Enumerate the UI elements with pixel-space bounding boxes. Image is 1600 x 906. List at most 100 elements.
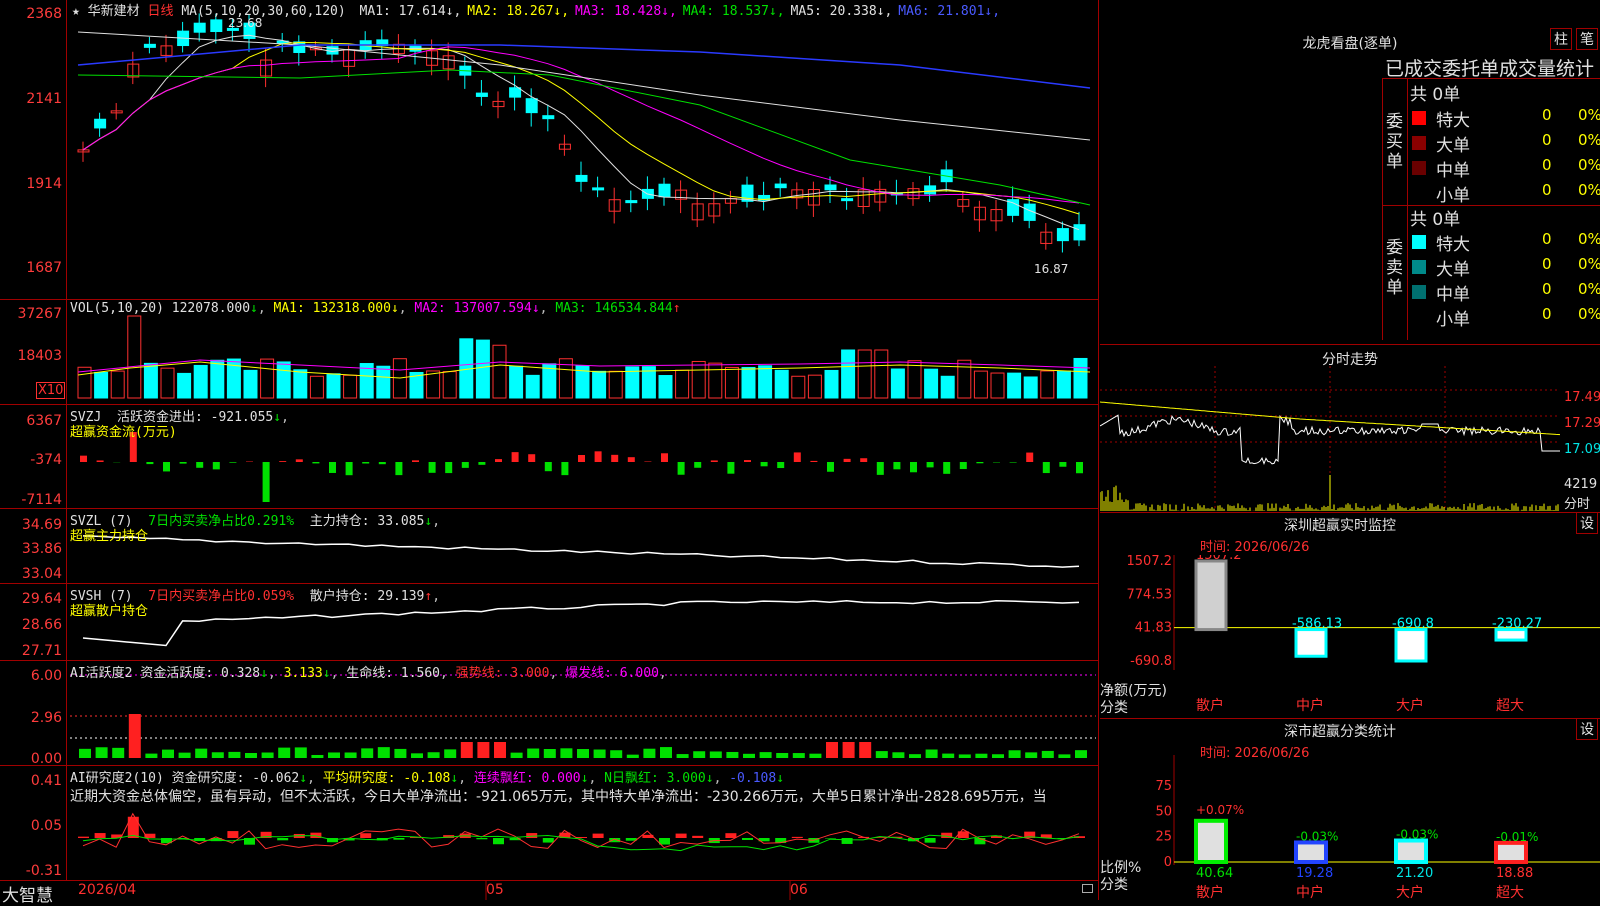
- volume-bar: [676, 370, 689, 398]
- research-bar: [576, 837, 587, 838]
- candle: [925, 186, 936, 194]
- svsh-y-tick: 28.66: [0, 617, 62, 633]
- research-bar: [676, 834, 687, 838]
- vol-y-tick: 37267: [0, 306, 62, 322]
- activity-bar: [577, 749, 589, 758]
- research-bar: [725, 833, 736, 838]
- ai-research-t2: 平均研究度: -0.108: [323, 771, 451, 786]
- stock-name[interactable]: 华新建材: [88, 4, 140, 19]
- volume-bar: [178, 373, 191, 398]
- fund-flow-bar: [146, 462, 153, 464]
- fund-flow-bar: [794, 452, 801, 462]
- ai-active-header: AI活跃度2 资金活跃度: 0.328↓, 3.133↓, 生命线: 1.560…: [70, 662, 667, 681]
- activity-bar: [428, 752, 440, 758]
- activity-bar: [992, 754, 1004, 758]
- fund-flow-bar: [711, 460, 718, 462]
- fund-flow-bar: [462, 462, 469, 468]
- fund-flow-bar: [1043, 462, 1050, 473]
- intraday-y-tick: 17.29: [1564, 416, 1600, 431]
- fund-flow-bar: [893, 462, 900, 469]
- research-bar: [825, 838, 836, 839]
- ai-research-t4: N日飘红: 3.000: [604, 771, 706, 786]
- intraday-vol-tick: 4219: [1564, 477, 1597, 492]
- classify-settings-button[interactable]: 设: [1576, 718, 1598, 740]
- intraday-chart[interactable]: [1100, 366, 1600, 511]
- fund-flow-bar: [727, 462, 734, 474]
- research-bar: [95, 833, 106, 838]
- ai-active-y-tick: 2.96: [0, 710, 62, 726]
- volume-bar: [493, 345, 506, 398]
- activity-bar: [693, 751, 705, 758]
- candle: [775, 184, 786, 188]
- order-percent: 0%: [1578, 230, 1600, 248]
- monitor-bar: [1296, 630, 1326, 657]
- candle: [1074, 225, 1085, 240]
- order-count: 0: [1542, 181, 1552, 199]
- lock-icon[interactable]: [1082, 884, 1093, 893]
- monitor-category: 大户: [1396, 697, 1424, 714]
- column-view-button[interactable]: 柱: [1550, 28, 1572, 50]
- research-bar: [692, 836, 703, 838]
- monitor-settings-button[interactable]: 设: [1576, 512, 1598, 534]
- order-size-label: 大单: [1436, 255, 1470, 280]
- activity-bar: [926, 750, 938, 758]
- ai-research-y-tick: 0.41: [0, 773, 62, 789]
- tick-view-button[interactable]: 笔: [1576, 28, 1598, 50]
- buy-color-swatch: [1412, 111, 1426, 125]
- activity-bar: [295, 747, 307, 758]
- activity-bar: [1009, 750, 1021, 758]
- volume-bar: [244, 370, 257, 398]
- activity-bar: [544, 749, 556, 758]
- activity-bar: [710, 751, 722, 758]
- fund-flow-bar: [545, 462, 552, 471]
- monitor-y-tick: -690.8: [1130, 654, 1172, 669]
- longhu-title: 龙虎看盘(逐单): [1100, 33, 1600, 53]
- ma-value-2: MA2: 18.267↓,: [467, 4, 569, 19]
- classify-category: 散户: [1196, 884, 1224, 900]
- fund-flow-bar: [1010, 462, 1017, 463]
- fund-flow-bar: [213, 462, 220, 469]
- volume-bar: [1041, 371, 1054, 398]
- period-label[interactable]: 日线: [148, 4, 174, 19]
- fund-flow-bar: [1059, 462, 1066, 467]
- monitor-y-tick: 41.83: [1135, 621, 1172, 636]
- activity-bar: [278, 748, 290, 758]
- volume-bar: [128, 316, 141, 398]
- svzl-y-tick: 33.86: [0, 541, 62, 557]
- ma-value-5: MA5: 20.338↓,: [791, 4, 893, 19]
- volume-bar: [925, 369, 938, 398]
- activity-bar: [79, 749, 91, 758]
- fund-flow-bar: [844, 459, 851, 462]
- volume-bar: [443, 372, 456, 398]
- volume-bar: [891, 369, 904, 398]
- order-count: 0: [1542, 230, 1552, 248]
- volume-bar: [1024, 377, 1037, 398]
- order-size-label: 小单: [1436, 181, 1470, 206]
- monitor-title: 深圳超赢实时监控: [1100, 515, 1580, 535]
- activity-bar: [1042, 751, 1054, 758]
- research-bar: [842, 838, 853, 844]
- monitor-category: 散户: [1196, 697, 1224, 714]
- fund-flow-bar: [429, 462, 436, 473]
- volume-bar: [941, 376, 954, 398]
- candle: [1057, 229, 1068, 241]
- vol-header: VOL(5,10,20) 122078.000↓, MA1: 132318.00…: [70, 301, 681, 316]
- buy-side-label: 委买单: [1386, 112, 1404, 172]
- volume-bar: [310, 376, 323, 398]
- main-y-tick: 2141: [0, 91, 62, 107]
- activity-bar: [760, 752, 772, 758]
- candle: [144, 44, 155, 47]
- volume-bar: [842, 350, 855, 398]
- candle: [593, 188, 604, 190]
- ma-value-6: MA6: 21.801↓,: [898, 4, 1000, 19]
- volume-bar: [808, 375, 821, 398]
- candle: [211, 20, 222, 32]
- fund-flow-bar: [163, 462, 170, 471]
- intraday-y-tick: 17.09: [1564, 442, 1600, 457]
- activity-bar: [511, 753, 523, 758]
- ai-active-t1: 资金活跃度: 0.328: [140, 666, 260, 681]
- fund-flow-bar: [279, 461, 286, 462]
- activity-bar: [793, 753, 805, 758]
- monitor-bar: [1196, 561, 1226, 630]
- star-icon[interactable]: ★: [72, 4, 80, 19]
